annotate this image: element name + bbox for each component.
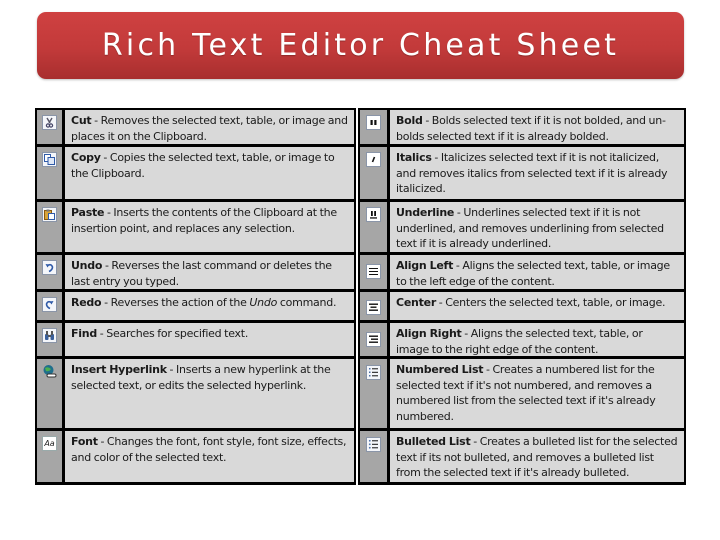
underline-icon xyxy=(366,207,381,222)
numbered-list-icon xyxy=(366,365,381,380)
table-row: Numbered List - Creates a numbered list … xyxy=(360,359,684,431)
command-description: - Changes the font, font style, font siz… xyxy=(71,435,347,464)
table-row: Copy - Copies the selected text, table, … xyxy=(37,147,354,202)
icon-cell xyxy=(37,147,65,199)
copy-icon xyxy=(42,152,57,167)
table-row: Bulleted List - Creates a bulleted list … xyxy=(360,431,684,482)
bulleted-list-description: Bulleted List - Creates a bulleted list … xyxy=(390,431,684,482)
command-description: - Copies the selected text, table, or im… xyxy=(71,151,335,180)
icon-cell xyxy=(360,359,390,428)
command-name: Font xyxy=(71,435,98,448)
command-name: Insert Hyperlink xyxy=(71,363,167,376)
align-right-description: Align Right - Aligns the selected text, … xyxy=(390,323,684,356)
find-description: Find - Searches for specified text. xyxy=(65,323,354,356)
icon-cell xyxy=(360,255,390,289)
icon-cell xyxy=(360,110,390,144)
align-center-icon xyxy=(366,300,381,315)
icon-cell xyxy=(360,147,390,199)
font-icon-label: Aa xyxy=(44,439,55,448)
command-description: command. xyxy=(277,296,337,309)
paste-icon xyxy=(42,207,57,222)
icon-cell xyxy=(37,110,65,144)
left-command-table: Cut - Removes the selected text, table, … xyxy=(35,108,356,485)
hyperlink-description: Insert Hyperlink - Inserts a new hyperli… xyxy=(65,359,354,428)
icon-cell xyxy=(360,431,390,482)
font-description: Font - Changes the font, font style, fon… xyxy=(65,431,354,482)
bulleted-list-icon xyxy=(366,437,381,452)
copy-description: Copy - Copies the selected text, table, … xyxy=(65,147,354,199)
icon-cell xyxy=(360,202,390,252)
right-command-table: Bold - Bolds selected text if it is not … xyxy=(358,108,686,485)
table-row: Cut - Removes the selected text, table, … xyxy=(37,110,354,147)
command-reference: Undo xyxy=(249,296,278,309)
paste-description: Paste - Inserts the contents of the Clip… xyxy=(65,202,354,252)
icon-cell xyxy=(37,202,65,252)
command-name: Align Left xyxy=(396,259,454,272)
icon-cell xyxy=(37,292,65,320)
table-row: Align Left - Aligns the selected text, t… xyxy=(360,255,684,292)
command-name: Find xyxy=(71,327,97,340)
cut-icon xyxy=(42,115,57,130)
command-name: Copy xyxy=(71,151,101,164)
table-row: Redo - Reverses the action of the Undo c… xyxy=(37,292,354,323)
redo-description: Redo - Reverses the action of the Undo c… xyxy=(65,292,354,320)
table-row: Undo - Reverses the last command or dele… xyxy=(37,255,354,292)
command-name: Paste xyxy=(71,206,105,219)
undo-icon xyxy=(42,260,57,275)
align-right-icon xyxy=(366,332,381,347)
icon-cell: Aa xyxy=(37,431,65,482)
italic-icon xyxy=(366,152,381,167)
italics-description: Italics - Italicizes selected text if it… xyxy=(390,147,684,199)
underline-description: Underline - Underlines selected text if … xyxy=(390,202,684,252)
table-row: Aa Font - Changes the font, font style, … xyxy=(37,431,354,482)
icon-cell xyxy=(37,359,65,428)
table-row: Find - Searches for specified text. xyxy=(37,323,354,359)
undo-description: Undo - Reverses the last command or dele… xyxy=(65,255,354,289)
icon-cell xyxy=(360,323,390,356)
command-name: Center xyxy=(396,296,437,309)
command-name: Bulleted List xyxy=(396,435,471,448)
command-name: Cut xyxy=(71,114,92,127)
table-row: Paste - Inserts the contents of the Clip… xyxy=(37,202,354,255)
command-description: - Reverses the action of the xyxy=(101,296,250,309)
bold-description: Bold - Bolds selected text if it is not … xyxy=(390,110,684,144)
table-row: Insert Hyperlink - Inserts a new hyperli… xyxy=(37,359,354,431)
align-left-icon xyxy=(366,264,381,279)
command-description: - Italicizes selected text if it is not … xyxy=(396,151,668,195)
center-description: Center - Centers the selected text, tabl… xyxy=(390,292,684,320)
command-description: - Removes the selected text, table, or i… xyxy=(71,114,348,143)
command-description: - Reverses the last command or deletes t… xyxy=(71,259,332,288)
icon-cell xyxy=(37,323,65,356)
font-icon: Aa xyxy=(42,436,57,451)
command-name: Bold xyxy=(396,114,423,127)
table-row: Center - Centers the selected text, tabl… xyxy=(360,292,684,323)
page-title: Rich Text Editor Cheat Sheet xyxy=(101,28,620,63)
command-description: - Inserts the contents of the Clipboard … xyxy=(71,206,337,235)
table-row: Align Right - Aligns the selected text, … xyxy=(360,323,684,359)
hyperlink-icon xyxy=(42,364,57,379)
redo-icon xyxy=(42,297,57,312)
command-description: - Searches for specified text. xyxy=(97,327,249,340)
cut-description: Cut - Removes the selected text, table, … xyxy=(65,110,354,144)
numbered-list-description: Numbered List - Creates a numbered list … xyxy=(390,359,684,428)
command-name: Redo xyxy=(71,296,102,309)
command-name: Italics xyxy=(396,151,432,164)
title-banner: Rich Text Editor Cheat Sheet xyxy=(37,12,684,79)
find-icon xyxy=(42,328,57,343)
command-name: Align Right xyxy=(396,327,462,340)
command-name: Underline xyxy=(396,206,455,219)
table-row: Bold - Bolds selected text if it is not … xyxy=(360,110,684,147)
command-name: Undo xyxy=(71,259,103,272)
command-description: - Bolds selected text if it is not bolde… xyxy=(396,114,666,143)
table-row: Underline - Underlines selected text if … xyxy=(360,202,684,255)
table-row: Italics - Italicizes selected text if it… xyxy=(360,147,684,202)
command-name: Numbered List xyxy=(396,363,484,376)
command-description: - Centers the selected text, table, or i… xyxy=(436,296,666,309)
align-left-description: Align Left - Aligns the selected text, t… xyxy=(390,255,684,289)
icon-cell xyxy=(37,255,65,289)
bold-icon xyxy=(366,115,381,130)
icon-cell xyxy=(360,292,390,320)
